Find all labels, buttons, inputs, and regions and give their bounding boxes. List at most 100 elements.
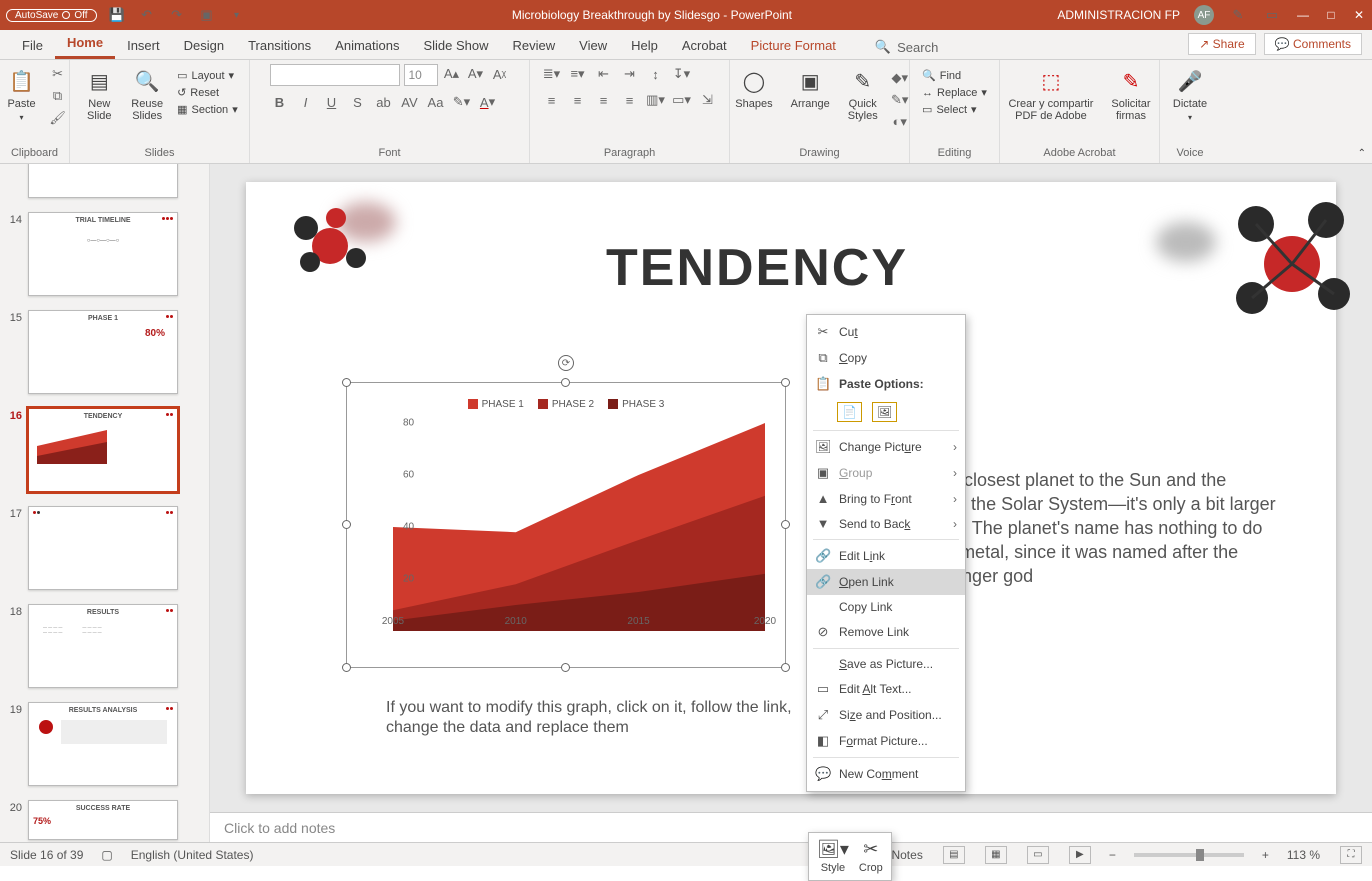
slide-thumbnails[interactable]: 13 14 TRIAL TIMELINE ○—○—○—○ 15 PHASE 1 … xyxy=(0,164,210,842)
start-from-beginning-icon[interactable]: ▣ xyxy=(197,5,217,25)
zoom-slider[interactable] xyxy=(1134,853,1244,857)
resize-handle[interactable] xyxy=(561,663,570,672)
paste-button[interactable]: 📋Paste▾ xyxy=(1,64,41,128)
tab-home[interactable]: Home xyxy=(55,29,115,59)
dictate-button[interactable]: 🎤Dictate▾ xyxy=(1167,64,1213,128)
line-spacing-icon[interactable]: ↕ xyxy=(646,64,666,84)
slide-canvas[interactable]: TENDENCY ⟳ PHASE 1 PHASE 2 xyxy=(210,164,1372,812)
resize-handle[interactable] xyxy=(781,520,790,529)
tab-view[interactable]: View xyxy=(567,32,619,59)
shapes-button[interactable]: ◯Shapes xyxy=(729,64,778,114)
underline-icon[interactable]: U xyxy=(322,92,342,112)
mini-style-button[interactable]: 🖼▾Style xyxy=(817,839,849,874)
slide-counter[interactable]: Slide 16 of 39 xyxy=(10,848,83,862)
increase-font-icon[interactable]: A▴ xyxy=(442,64,462,84)
paste-picture-icon[interactable]: 🖼 xyxy=(872,402,897,422)
arrange-button[interactable]: ▣Arrange xyxy=(785,64,836,114)
adobe-request-sign-button[interactable]: ✎Solicitar firmas xyxy=(1105,64,1156,126)
thumb-19[interactable]: RESULTS ANALYSIS xyxy=(28,702,178,786)
replace-button[interactable]: ↔ Replace ▾ xyxy=(920,85,989,100)
sorter-view-icon[interactable]: ▦ xyxy=(985,846,1007,864)
ctx-cut[interactable]: ✂Cut xyxy=(807,319,965,345)
shadow-icon[interactable]: ab xyxy=(374,92,394,112)
ctx-save-as-picture[interactable]: Save as Picture... xyxy=(807,652,965,676)
clear-formatting-icon[interactable]: Aᵡ xyxy=(490,64,510,84)
quick-styles-button[interactable]: ✎Quick Styles xyxy=(842,64,884,126)
rotate-handle-icon[interactable]: ⟳ xyxy=(558,355,574,371)
thumb-17[interactable] xyxy=(28,506,178,590)
coming-soon-icon[interactable]: ✎ xyxy=(1228,5,1248,25)
layout-button[interactable]: ▭ Layout ▾ xyxy=(175,68,240,83)
zoom-in-icon[interactable]: + xyxy=(1262,848,1269,862)
thumb-18[interactable]: RESULTS — — — —— — — —— — — —— — — — xyxy=(28,604,178,688)
thumb-16[interactable]: TENDENCY xyxy=(28,408,178,492)
ctx-send-back[interactable]: ▼Send to Back xyxy=(807,511,965,536)
italic-icon[interactable]: I xyxy=(296,92,316,112)
resize-handle[interactable] xyxy=(342,378,351,387)
numbering-icon[interactable]: ≡▾ xyxy=(568,64,588,84)
reading-view-icon[interactable]: ▭ xyxy=(1027,846,1049,864)
format-painter-icon[interactable]: 🖌 xyxy=(48,108,68,128)
align-left-icon[interactable]: ≡ xyxy=(542,90,562,110)
select-button[interactable]: ▭ Select ▾ xyxy=(920,102,989,117)
decrease-font-icon[interactable]: A▾ xyxy=(466,64,486,84)
autosave-toggle[interactable]: AutoSave Off xyxy=(6,9,97,22)
font-color-icon[interactable]: A▾ xyxy=(478,92,498,112)
paste-keep-formatting-icon[interactable]: 📄 xyxy=(837,402,862,422)
align-text-icon[interactable]: ▭▾ xyxy=(672,90,692,110)
tab-file[interactable]: File xyxy=(10,32,55,59)
ctx-copy[interactable]: ⧉Copy xyxy=(807,345,965,371)
change-case-icon[interactable]: Aa xyxy=(426,92,446,112)
zoom-level[interactable]: 113 % xyxy=(1287,848,1320,862)
share-button[interactable]: ↗ Share xyxy=(1188,33,1255,55)
minimize-button[interactable]: — xyxy=(1296,8,1310,22)
fit-to-window-icon[interactable]: ⛶ xyxy=(1340,846,1362,864)
maximize-button[interactable]: □ xyxy=(1324,8,1338,22)
indent-dec-icon[interactable]: ⇤ xyxy=(594,64,614,84)
shape-outline-icon[interactable]: ✎▾ xyxy=(890,90,910,110)
thumb-15[interactable]: PHASE 1 80% xyxy=(28,310,178,394)
bold-icon[interactable]: B xyxy=(270,92,290,112)
resize-handle[interactable] xyxy=(781,663,790,672)
strike-icon[interactable]: S xyxy=(348,92,368,112)
collapse-ribbon-icon[interactable]: ⌃ xyxy=(1358,148,1366,159)
align-center-icon[interactable]: ≡ xyxy=(568,90,588,110)
ctx-change-picture[interactable]: 🖼Change Picture xyxy=(807,434,965,460)
save-icon[interactable]: 💾 xyxy=(107,5,127,25)
columns-icon[interactable]: ▥▾ xyxy=(646,90,666,110)
ctx-format-picture[interactable]: ◧Format Picture... xyxy=(807,728,965,754)
spacing-icon[interactable]: AV xyxy=(400,92,420,112)
resize-handle[interactable] xyxy=(781,378,790,387)
tab-review[interactable]: Review xyxy=(501,32,568,59)
zoom-out-icon[interactable]: − xyxy=(1109,848,1116,862)
redo-icon[interactable]: ↷ xyxy=(167,5,187,25)
close-button[interactable]: ✕ xyxy=(1352,8,1366,22)
ctx-remove-link[interactable]: ⊘Remove Link xyxy=(807,619,965,645)
tab-transitions[interactable]: Transitions xyxy=(236,32,323,59)
qat-more-icon[interactable]: ▾ xyxy=(227,5,247,25)
shape-effects-icon[interactable]: ◐▾ xyxy=(890,112,910,132)
copy-icon[interactable]: ⧉ xyxy=(48,86,68,106)
ctx-edit-alt-text[interactable]: ▭Edit Alt Text... xyxy=(807,676,965,702)
ctx-open-link[interactable]: 🔗Open Link xyxy=(807,569,965,595)
bullets-icon[interactable]: ≣▾ xyxy=(542,64,562,84)
reuse-slides-button[interactable]: 🔍Reuse Slides xyxy=(125,64,169,126)
notes-pane[interactable]: Click to add notes xyxy=(210,812,1372,842)
find-button[interactable]: 🔍 Find xyxy=(920,68,989,83)
thumb-13[interactable] xyxy=(28,164,178,198)
ribbon-options-icon[interactable]: ▭ xyxy=(1262,5,1282,25)
ctx-size-position[interactable]: ⤢Size and Position... xyxy=(807,702,965,728)
account-avatar[interactable]: AF xyxy=(1194,5,1214,25)
align-right-icon[interactable]: ≡ xyxy=(594,90,614,110)
chart-image-selected[interactable]: ⟳ PHASE 1 PHASE 2 PHASE 3 xyxy=(346,382,786,668)
indent-inc-icon[interactable]: ⇥ xyxy=(620,64,640,84)
new-slide-button[interactable]: ▤New Slide xyxy=(79,64,119,126)
resize-handle[interactable] xyxy=(342,520,351,529)
tab-design[interactable]: Design xyxy=(172,32,236,59)
comments-button[interactable]: 💬 Comments xyxy=(1264,33,1362,55)
font-name-combo[interactable] xyxy=(270,64,400,86)
justify-icon[interactable]: ≡ xyxy=(620,90,640,110)
tab-slideshow[interactable]: Slide Show xyxy=(411,32,500,59)
font-size-combo[interactable]: 10 xyxy=(404,64,438,86)
tab-animations[interactable]: Animations xyxy=(323,32,411,59)
